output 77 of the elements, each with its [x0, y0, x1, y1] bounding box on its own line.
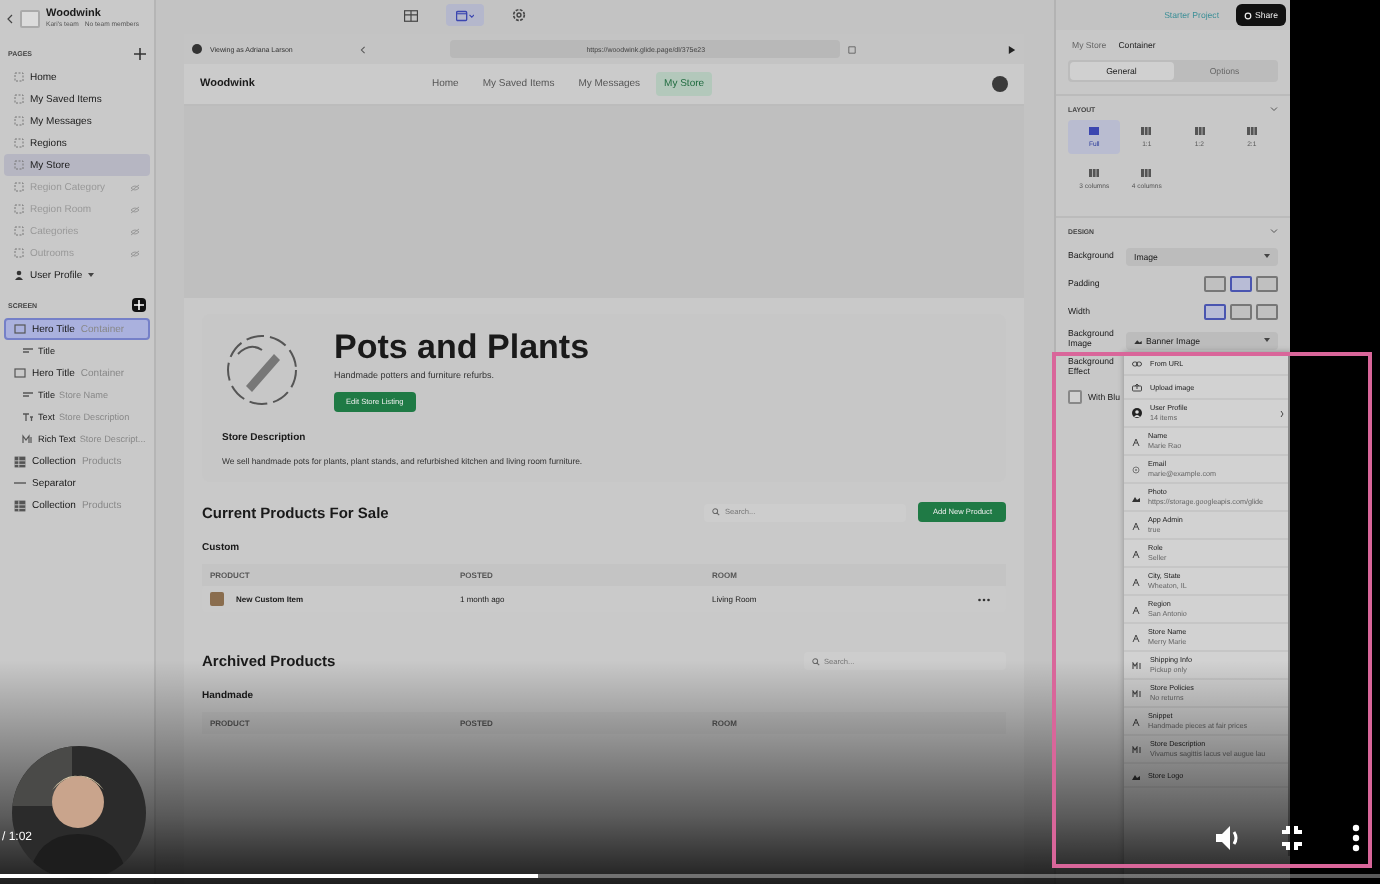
external-link-icon[interactable] — [848, 45, 857, 53]
padding-option[interactable] — [1256, 276, 1278, 292]
app-icon — [20, 9, 40, 27]
width-option[interactable] — [1230, 304, 1252, 320]
search-icon — [812, 657, 820, 665]
columns-icon — [1140, 126, 1153, 136]
avatar — [192, 44, 202, 54]
text-type-icon — [1132, 605, 1140, 613]
padding-option[interactable] — [1230, 276, 1252, 292]
table-icon — [14, 455, 26, 467]
layout-icon — [456, 9, 474, 21]
store-title: Pots and Plants — [334, 330, 590, 364]
page-icon — [14, 116, 24, 126]
title-icon — [22, 390, 34, 400]
table-icon — [14, 499, 26, 511]
text-type-icon — [1132, 577, 1140, 585]
separator-icon — [14, 478, 26, 488]
page-icon — [14, 160, 24, 170]
avatar[interactable] — [992, 76, 1008, 92]
table-icon — [404, 9, 418, 21]
user-icon — [1132, 408, 1142, 418]
page-icon — [14, 138, 24, 148]
exit-fullscreen-icon[interactable] — [1280, 824, 1304, 852]
settings-icon — [512, 8, 526, 22]
padding-option[interactable] — [1204, 276, 1226, 292]
play-icon[interactable] — [1008, 45, 1016, 53]
volume-icon[interactable] — [1214, 824, 1240, 852]
rich-text-icon — [1132, 661, 1142, 669]
text-type-icon — [1132, 717, 1140, 725]
add-icon[interactable] — [134, 48, 146, 60]
text-type-icon — [1132, 437, 1140, 445]
search-icon — [712, 508, 721, 516]
person-icon — [14, 270, 24, 280]
text-type-icon — [1132, 549, 1140, 557]
hidden-icon — [130, 249, 140, 257]
caret-icon — [1264, 254, 1270, 258]
page-icon — [14, 182, 24, 192]
text-type-icon — [1132, 633, 1140, 641]
container-icon — [14, 368, 26, 378]
text-type-icon — [1132, 521, 1140, 529]
back-icon[interactable] — [6, 13, 14, 23]
hidden-icon — [130, 227, 140, 235]
add-button[interactable] — [132, 298, 146, 312]
columns-icon — [1088, 168, 1101, 178]
gear-icon — [1243, 11, 1252, 19]
page-icon — [14, 94, 24, 104]
columns-icon — [1245, 126, 1258, 136]
checkbox[interactable] — [1068, 389, 1082, 403]
rich-text-icon — [22, 434, 34, 444]
image-icon — [1134, 337, 1142, 343]
text-icon — [22, 412, 34, 422]
upload-icon — [1132, 383, 1142, 391]
page-icon — [14, 204, 24, 214]
width-option[interactable] — [1256, 304, 1278, 320]
link-icon — [1132, 359, 1142, 367]
image-icon — [1132, 771, 1140, 779]
columns-icon — [1193, 126, 1206, 136]
width-option[interactable] — [1204, 304, 1226, 320]
image-icon — [1132, 493, 1140, 501]
page-icon — [14, 72, 24, 82]
hidden-icon — [130, 205, 140, 213]
rich-text-icon — [1132, 689, 1142, 697]
columns-icon — [1140, 168, 1153, 178]
columns-icon — [1088, 126, 1101, 136]
email-icon — [1132, 465, 1140, 473]
container-icon — [14, 324, 26, 334]
rich-text-icon — [1132, 745, 1142, 753]
toolbar-tab[interactable] — [446, 4, 484, 26]
more-icon[interactable] — [1352, 824, 1360, 852]
caret-icon — [88, 272, 95, 278]
hidden-icon — [130, 183, 140, 191]
title-icon — [22, 346, 34, 356]
page-icon — [14, 248, 24, 258]
back-icon[interactable] — [360, 45, 367, 53]
add-icon — [134, 300, 144, 310]
page-icon — [14, 226, 24, 236]
caret-icon — [1264, 338, 1270, 342]
